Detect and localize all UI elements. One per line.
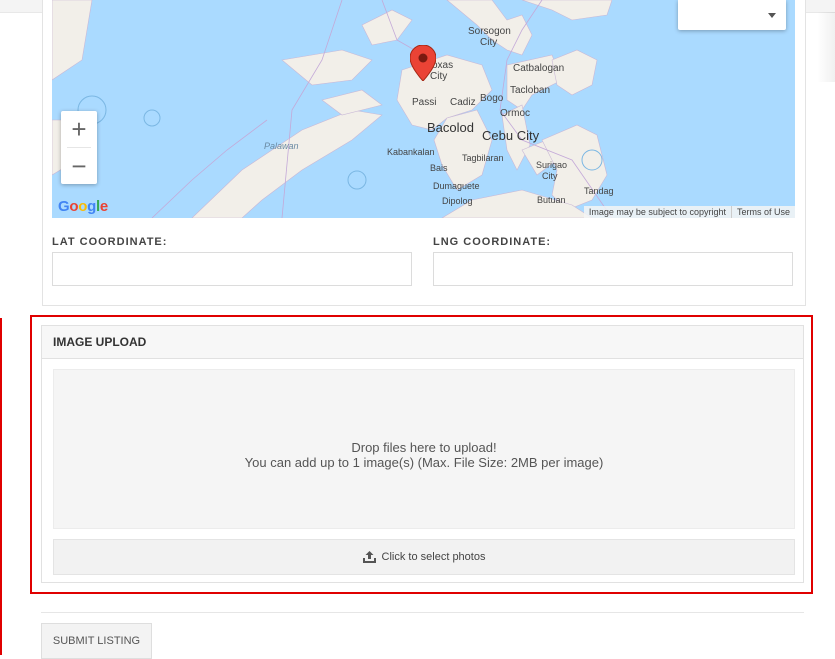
map-label-sorsogon: Sorsogon xyxy=(468,26,511,37)
map-label-bais: Bais xyxy=(430,163,448,173)
lng-coordinate-label: LNG COORDINATE: xyxy=(433,236,552,248)
map-label-tandag: Tandag xyxy=(584,186,614,196)
map-label-bogo: Bogo xyxy=(480,93,504,104)
scroll-shadow xyxy=(817,12,835,82)
map-label-palawan: Palawan xyxy=(264,141,299,151)
map-label-cadiz: Cadiz xyxy=(450,97,476,108)
upload-icon xyxy=(362,551,376,563)
select-photos-button[interactable]: Click to select photos xyxy=(53,539,795,575)
map-label-tagbilaran: Tagbilaran xyxy=(462,153,504,163)
map-label-surigao: Surigao xyxy=(536,160,568,170)
map-type-select[interactable] xyxy=(678,0,786,30)
google-logo-letter: g xyxy=(87,198,96,215)
map-label-surigao-city: City xyxy=(542,171,558,181)
image-upload-title: IMAGE UPLOAD xyxy=(42,326,803,359)
google-logo: Google xyxy=(58,198,108,215)
map-label-cebu-city: Cebu City xyxy=(482,128,540,143)
google-logo-letter: e xyxy=(99,198,108,215)
google-logo-letter: o xyxy=(78,198,88,215)
map-label-catbalogan: Catbalogan xyxy=(513,63,565,74)
map-label-passi: Passi xyxy=(412,97,437,108)
map-marker-icon[interactable] xyxy=(410,45,436,81)
submit-listing-button[interactable]: SUBMIT LISTING xyxy=(41,623,152,659)
map-label-dumaguete: Dumaguete xyxy=(433,181,480,191)
map-label-tacloban: Tacloban xyxy=(510,85,551,96)
map-label-butuan: Butuan xyxy=(537,195,566,205)
file-dropzone[interactable]: Drop files here to upload! You can add u… xyxy=(53,369,795,529)
map-label-kabankalan: Kabankalan xyxy=(387,147,435,157)
google-logo-letter: G xyxy=(58,198,70,215)
map-label-dipolog: Dipolog xyxy=(442,196,473,206)
google-logo-letter: o xyxy=(69,198,79,215)
select-photos-label: Click to select photos xyxy=(381,551,486,563)
terms-of-use-link[interactable]: Terms of Use xyxy=(730,206,795,218)
zoom-controls: + − xyxy=(61,111,97,184)
lat-coordinate-input[interactable] xyxy=(52,252,412,286)
form-divider xyxy=(41,612,804,613)
highlight-edge-left xyxy=(0,318,2,655)
lng-coordinate-input[interactable] xyxy=(433,252,793,286)
map-footer: Image may be subject to copyright Terms … xyxy=(583,206,795,218)
image-upload-panel: IMAGE UPLOAD Drop files here to upload! … xyxy=(41,325,804,583)
lat-coordinate-label: LAT COORDINATE: xyxy=(52,236,168,248)
map-terrain xyxy=(52,0,795,218)
chevron-down-icon xyxy=(768,13,776,18)
zoom-in-button[interactable]: + xyxy=(61,111,97,147)
map-label-bacolod: Bacolod xyxy=(427,120,474,135)
map-label-sorsogon-city: City xyxy=(480,37,498,48)
dropzone-limit-text: You can add up to 1 image(s) (Max. File … xyxy=(244,455,604,470)
google-map[interactable]: Sorsogon City oxas City Catbalogan Taclo… xyxy=(52,0,795,218)
map-copyright-text: Image may be subject to copyright xyxy=(588,207,726,217)
map-label-ormoc: Ormoc xyxy=(500,108,530,119)
dropzone-message: Drop files here to upload! xyxy=(351,440,497,455)
zoom-out-button[interactable]: − xyxy=(61,148,97,184)
